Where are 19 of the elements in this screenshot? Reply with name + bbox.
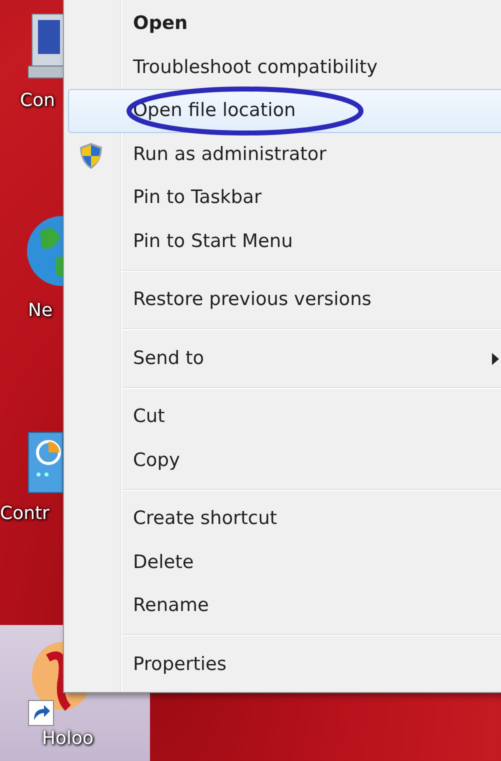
- menu-item[interactable]: Copy: [68, 438, 501, 482]
- menu-item[interactable]: Pin to Taskbar: [68, 176, 501, 220]
- icon-label[interactable]: Contr: [0, 503, 50, 524]
- menu-item[interactable]: Send to: [68, 336, 501, 380]
- menu-item[interactable]: Restore previous versions: [68, 278, 501, 322]
- menu-item[interactable]: Create shortcut: [68, 497, 501, 540]
- menu-item[interactable]: Rename: [68, 584, 501, 628]
- icon-label[interactable]: Con: [20, 90, 55, 111]
- submenu-arrow-icon: [492, 352, 499, 364]
- menu-item[interactable]: Open: [68, 2, 501, 46]
- control-panel-icon: [28, 432, 63, 493]
- icon-label[interactable]: Ne: [28, 300, 53, 321]
- shield-icon: [79, 142, 103, 170]
- menu-item[interactable]: Troubleshoot compatibility: [68, 46, 501, 89]
- menu-item[interactable]: Delete: [68, 540, 501, 584]
- menu-item[interactable]: Properties: [68, 642, 501, 686]
- menu-item[interactable]: Cut: [68, 395, 501, 438]
- menu-item[interactable]: Run as administrator: [68, 132, 501, 176]
- menu-item[interactable]: Pin to Start Menu: [68, 220, 501, 263]
